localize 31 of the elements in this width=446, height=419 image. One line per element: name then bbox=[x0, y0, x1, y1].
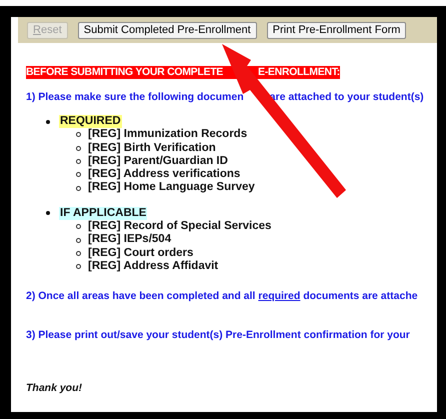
document-item: [REG] Home Language Survey bbox=[88, 181, 255, 195]
bullet-icon bbox=[76, 132, 81, 138]
form-button[interactable]: Submit Completed Pre-Enrollment bbox=[78, 22, 257, 38]
instruction-text: 1) Please make sure the following documen bbox=[26, 91, 244, 103]
heading-text: E-ENROLLMENT: bbox=[258, 66, 340, 79]
bullet-icon bbox=[76, 186, 81, 191]
bullet-icon bbox=[76, 238, 81, 243]
instruction-text: 2) Once all areas have been completed and all required documents are attache bbox=[26, 290, 419, 302]
form-button[interactable]: Print Pre-Enrollment Form bbox=[266, 22, 406, 38]
heading-text: BEFORE SUBMITTING YOUR COMPLETE bbox=[26, 66, 224, 79]
document-item: [REG] Court orders bbox=[88, 246, 194, 260]
document-item: [REG] Immunization Records bbox=[88, 128, 248, 142]
bullet-icon bbox=[76, 264, 81, 270]
instruction-text: 3) Please print out/save your student(s) Pre-Enrollment confirmation for your bbox=[26, 329, 411, 342]
closing-text: Thank you! bbox=[26, 382, 84, 394]
group-title: IF APPLICABLE bbox=[59, 206, 148, 220]
document-item: [REG] Address Affidavit bbox=[88, 260, 218, 274]
bullet-icon bbox=[76, 146, 81, 151]
group-title: REQUIRED bbox=[59, 115, 122, 128]
required-link[interactable]: required bbox=[258, 290, 300, 302]
bullet-icon bbox=[76, 250, 81, 256]
document-item: [REG] Birth Verification bbox=[88, 142, 216, 155]
bullet-icon bbox=[76, 159, 81, 164]
bullet-icon bbox=[76, 172, 81, 178]
bullet-icon bbox=[46, 211, 50, 216]
document-item: [REG] Record of Special Services bbox=[88, 220, 272, 234]
document-item: [REG] Parent/Guardian ID bbox=[88, 154, 228, 168]
bullet-icon bbox=[76, 224, 81, 230]
document-item: [REG] Address verifications bbox=[88, 168, 240, 182]
bullet-icon bbox=[46, 120, 50, 124]
document-item: [REG] IEPs/504 bbox=[88, 233, 172, 247]
